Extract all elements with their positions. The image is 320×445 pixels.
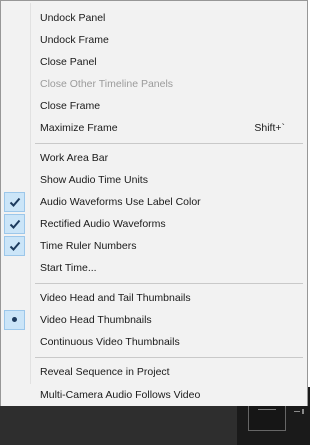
menu-item-audio-waveforms-use-label-color[interactable]: Audio Waveforms Use Label Color <box>1 191 307 213</box>
menu-item-label: Close Panel <box>40 56 97 68</box>
menu-separator <box>35 283 303 284</box>
menu-separator <box>35 143 303 144</box>
menu-item-label: Video Head and Tail Thumbnails <box>40 292 191 304</box>
menu-item-label: Start Time... <box>40 262 97 274</box>
menu-separator <box>35 357 303 358</box>
menu-item-work-area-bar[interactable]: Work Area Bar <box>1 147 307 169</box>
bullet-icon <box>4 310 25 330</box>
check-icon <box>4 236 25 256</box>
menu-item-close-panel[interactable]: Close Panel <box>1 51 307 73</box>
thumbnail-box <box>248 403 286 431</box>
thumbnail-line <box>258 409 276 410</box>
menu-item-label: Close Frame <box>40 100 101 112</box>
menu-item-label: Undock Panel <box>40 12 106 24</box>
meter-tick <box>302 409 304 414</box>
menu-item-video-head-thumbnails[interactable]: Video Head Thumbnails <box>1 309 307 331</box>
menu-item-label: Rectified Audio Waveforms <box>40 218 166 230</box>
menu-item-shortcut: Shift+` <box>254 122 285 134</box>
menu-item-label: Close Other Timeline Panels <box>40 78 174 90</box>
menu-item-label: Show Audio Time Units <box>40 174 148 186</box>
menu-item-label: Time Ruler Numbers <box>40 240 137 252</box>
menu-item-label: Continuous Video Thumbnails <box>40 336 180 348</box>
check-icon <box>4 192 25 212</box>
menu-item-start-time[interactable]: Start Time... <box>1 257 307 279</box>
menu-item-undock-frame[interactable]: Undock Frame <box>1 29 307 51</box>
menu-item-label: Audio Waveforms Use Label Color <box>40 196 201 208</box>
menu-item-video-head-and-tail-thumbnails[interactable]: Video Head and Tail Thumbnails <box>1 287 307 309</box>
menu-item-rectified-audio-waveforms[interactable]: Rectified Audio Waveforms <box>1 213 307 235</box>
menu-item-reveal-sequence-in-project[interactable]: Reveal Sequence in Project <box>1 361 307 383</box>
timeline-panel-menu: Undock Panel Undock Frame Close Panel Cl… <box>0 0 308 387</box>
menu-item-label: Work Area Bar <box>40 152 109 164</box>
menu-item-close-other-timeline-panels: Close Other Timeline Panels <box>1 73 307 95</box>
menu-item-show-audio-time-units[interactable]: Show Audio Time Units <box>1 169 307 191</box>
menu-item-time-ruler-numbers[interactable]: Time Ruler Numbers <box>1 235 307 257</box>
menu-item-maximize-frame[interactable]: Maximize Frame Shift+` <box>1 117 307 139</box>
menu-item-label: Video Head Thumbnails <box>40 314 152 326</box>
menu-item-label: Reveal Sequence in Project <box>40 366 170 378</box>
menu-item-label: Multi-Camera Audio Follows Video <box>40 389 201 401</box>
check-icon <box>4 214 25 234</box>
menu-item-continuous-video-thumbnails[interactable]: Continuous Video Thumbnails <box>1 331 307 353</box>
menu-item-undock-panel[interactable]: Undock Panel <box>1 7 307 29</box>
menu-item-multi-camera-audio-follows-video[interactable]: Multi-Camera Audio Follows Video <box>0 384 308 406</box>
menu-item-label: Undock Frame <box>40 34 109 46</box>
menu-item-label: Maximize Frame <box>40 122 118 134</box>
menu-item-close-frame[interactable]: Close Frame <box>1 95 307 117</box>
meter-tick <box>294 411 300 412</box>
